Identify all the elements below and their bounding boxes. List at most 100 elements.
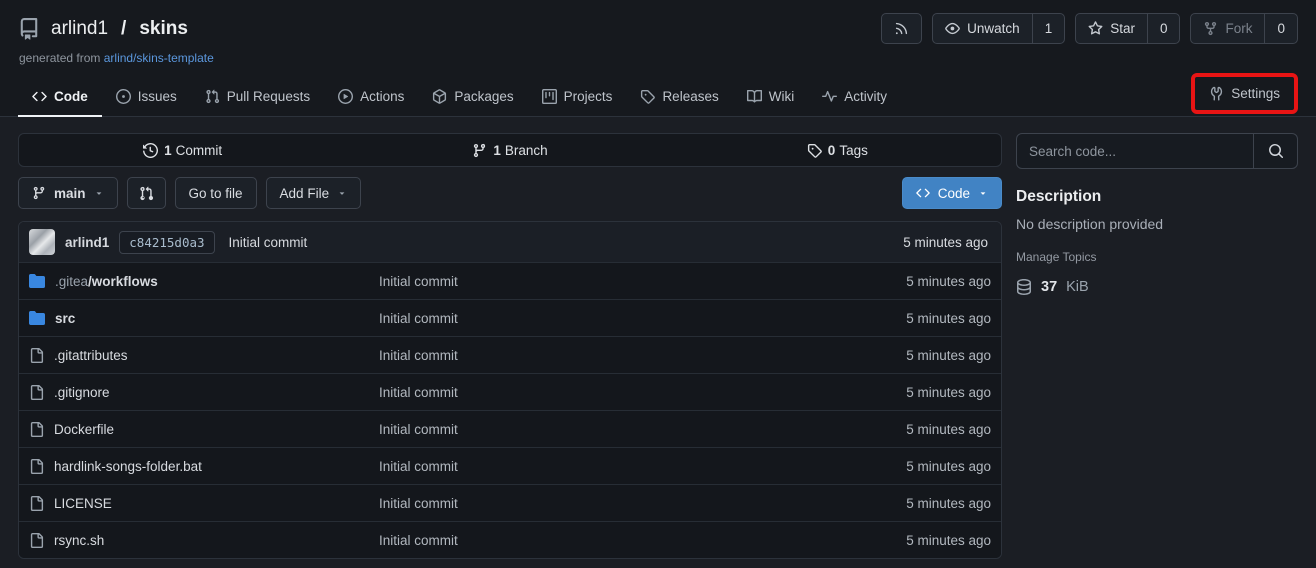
table-row: Dockerfile Initial commit 5 minutes ago bbox=[19, 410, 1001, 447]
database-icon bbox=[1016, 279, 1032, 295]
tags-stat[interactable]: 0 Tags bbox=[674, 134, 1001, 166]
file-name-link[interactable]: src bbox=[29, 310, 379, 326]
star-icon bbox=[1088, 21, 1103, 36]
file-name-link[interactable]: hardlink-songs-folder.bat bbox=[29, 459, 379, 474]
file-icon bbox=[29, 533, 44, 548]
file-name: rsync.sh bbox=[54, 533, 104, 548]
add-file-button[interactable]: Add File bbox=[266, 177, 362, 209]
commit-hash-link[interactable]: c84215d0a3 bbox=[119, 231, 214, 254]
folder-icon bbox=[29, 273, 45, 289]
stars-count[interactable]: 0 bbox=[1147, 14, 1180, 43]
folder-icon bbox=[29, 310, 45, 326]
file-commit-time: 5 minutes ago bbox=[841, 422, 991, 437]
file-name: .gitattributes bbox=[54, 348, 128, 363]
fork-icon bbox=[1203, 21, 1218, 36]
tab-projects[interactable]: Projects bbox=[528, 78, 627, 117]
pull-request-icon bbox=[205, 89, 220, 104]
commit-message-link[interactable]: Initial commit bbox=[229, 235, 308, 250]
file-name-link[interactable]: .gitattributes bbox=[29, 348, 379, 363]
tab-packages[interactable]: Packages bbox=[418, 78, 527, 117]
generated-from-label: generated from bbox=[19, 51, 100, 65]
repo-size-unit: KiB bbox=[1066, 279, 1089, 295]
tab-pull-requests[interactable]: Pull Requests bbox=[191, 78, 324, 117]
tab-settings[interactable]: Settings bbox=[1195, 77, 1294, 110]
tab-releases-label: Releases bbox=[662, 89, 718, 104]
tags-label: Tags bbox=[839, 143, 868, 158]
branch-selector[interactable]: main bbox=[18, 177, 118, 209]
file-commit-message[interactable]: Initial commit bbox=[379, 385, 841, 400]
commit-author-link[interactable]: arlind1 bbox=[65, 235, 109, 250]
tab-issues[interactable]: Issues bbox=[102, 78, 191, 117]
settings-icon bbox=[1209, 86, 1224, 101]
file-table: arlind1 c84215d0a3 Initial commit 5 minu… bbox=[18, 221, 1002, 559]
fork-button[interactable]: Fork bbox=[1191, 14, 1264, 43]
search-input[interactable] bbox=[1017, 134, 1253, 168]
file-commit-time: 5 minutes ago bbox=[841, 311, 991, 326]
file-commit-time: 5 minutes ago bbox=[841, 274, 991, 289]
rss-button[interactable] bbox=[881, 13, 922, 44]
chevron-down-icon bbox=[978, 188, 988, 198]
file-commit-time: 5 minutes ago bbox=[841, 533, 991, 548]
commits-stat[interactable]: 1 Commit bbox=[19, 134, 346, 166]
fork-label: Fork bbox=[1225, 21, 1252, 36]
tab-activity[interactable]: Activity bbox=[808, 78, 901, 117]
tab-packages-label: Packages bbox=[454, 89, 513, 104]
template-repo-link[interactable]: arlind/skins-template bbox=[104, 51, 214, 65]
tab-wiki[interactable]: Wiki bbox=[733, 78, 809, 117]
forks-count[interactable]: 0 bbox=[1264, 14, 1297, 43]
watchers-count[interactable]: 1 bbox=[1032, 14, 1065, 43]
project-board-icon bbox=[542, 89, 557, 104]
avatar[interactable] bbox=[29, 229, 55, 255]
repo-stats-bar: 1 Commit 1 Branch 0 Tags bbox=[18, 133, 1002, 167]
repo-header-top: arlind1 / skins Unwatch 1 Star 0 bbox=[18, 13, 1298, 44]
file-name: LICENSE bbox=[54, 496, 112, 511]
table-row: hardlink-songs-folder.bat Initial commit… bbox=[19, 447, 1001, 484]
description-empty-text: No description provided bbox=[1016, 216, 1298, 232]
repo-title-separator: / bbox=[119, 18, 128, 40]
main-area: 1 Commit 1 Branch 0 Tags main bbox=[0, 117, 1316, 559]
repo-name-link[interactable]: skins bbox=[139, 18, 188, 40]
compare-button[interactable] bbox=[127, 177, 166, 209]
file-commit-time: 5 minutes ago bbox=[841, 459, 991, 474]
tab-issues-label: Issues bbox=[138, 89, 177, 104]
file-commit-message[interactable]: Initial commit bbox=[379, 311, 841, 326]
chevron-down-icon bbox=[337, 188, 347, 198]
unwatch-button[interactable]: Unwatch bbox=[933, 14, 1032, 43]
file-icon bbox=[29, 348, 44, 363]
book-icon bbox=[747, 89, 762, 104]
file-commit-message[interactable]: Initial commit bbox=[379, 533, 841, 548]
branches-stat[interactable]: 1 Branch bbox=[346, 134, 673, 166]
go-to-file-button[interactable]: Go to file bbox=[175, 177, 257, 209]
file-commit-message[interactable]: Initial commit bbox=[379, 348, 841, 363]
repo-owner-link[interactable]: arlind1 bbox=[51, 18, 108, 40]
file-icon bbox=[29, 459, 44, 474]
file-commit-message[interactable]: Initial commit bbox=[379, 422, 841, 437]
chevron-down-icon bbox=[94, 188, 104, 198]
file-commit-time: 5 minutes ago bbox=[841, 348, 991, 363]
file-commit-message[interactable]: Initial commit bbox=[379, 459, 841, 474]
tab-releases[interactable]: Releases bbox=[626, 78, 732, 117]
star-label: Star bbox=[1110, 21, 1135, 36]
tab-code-label: Code bbox=[54, 89, 88, 104]
file-name-link[interactable]: .gitea/workflows bbox=[29, 273, 379, 289]
manage-topics-link[interactable]: Manage Topics bbox=[1016, 250, 1097, 264]
file-name-link[interactable]: LICENSE bbox=[29, 496, 379, 511]
search-button[interactable] bbox=[1253, 134, 1297, 168]
file-commit-message[interactable]: Initial commit bbox=[379, 274, 841, 289]
repo-nav-tabs: Code Issues Pull Requests Actions Packag… bbox=[18, 73, 1298, 117]
tab-code[interactable]: Code bbox=[18, 78, 102, 117]
file-name-link[interactable]: .gitignore bbox=[29, 385, 379, 400]
repo-content-column: 1 Commit 1 Branch 0 Tags main bbox=[18, 133, 1002, 559]
file-name: hardlink-songs-folder.bat bbox=[54, 459, 202, 474]
tag-icon bbox=[807, 143, 824, 158]
history-icon bbox=[143, 143, 160, 158]
tab-actions[interactable]: Actions bbox=[324, 78, 418, 117]
file-name-link[interactable]: rsync.sh bbox=[29, 533, 379, 548]
star-button[interactable]: Star bbox=[1076, 14, 1147, 43]
code-download-button[interactable]: Code bbox=[902, 177, 1002, 209]
search-icon bbox=[1268, 143, 1284, 159]
file-name: Dockerfile bbox=[54, 422, 114, 437]
current-branch-name: main bbox=[54, 186, 86, 201]
file-name-link[interactable]: Dockerfile bbox=[29, 422, 379, 437]
file-commit-message[interactable]: Initial commit bbox=[379, 496, 841, 511]
